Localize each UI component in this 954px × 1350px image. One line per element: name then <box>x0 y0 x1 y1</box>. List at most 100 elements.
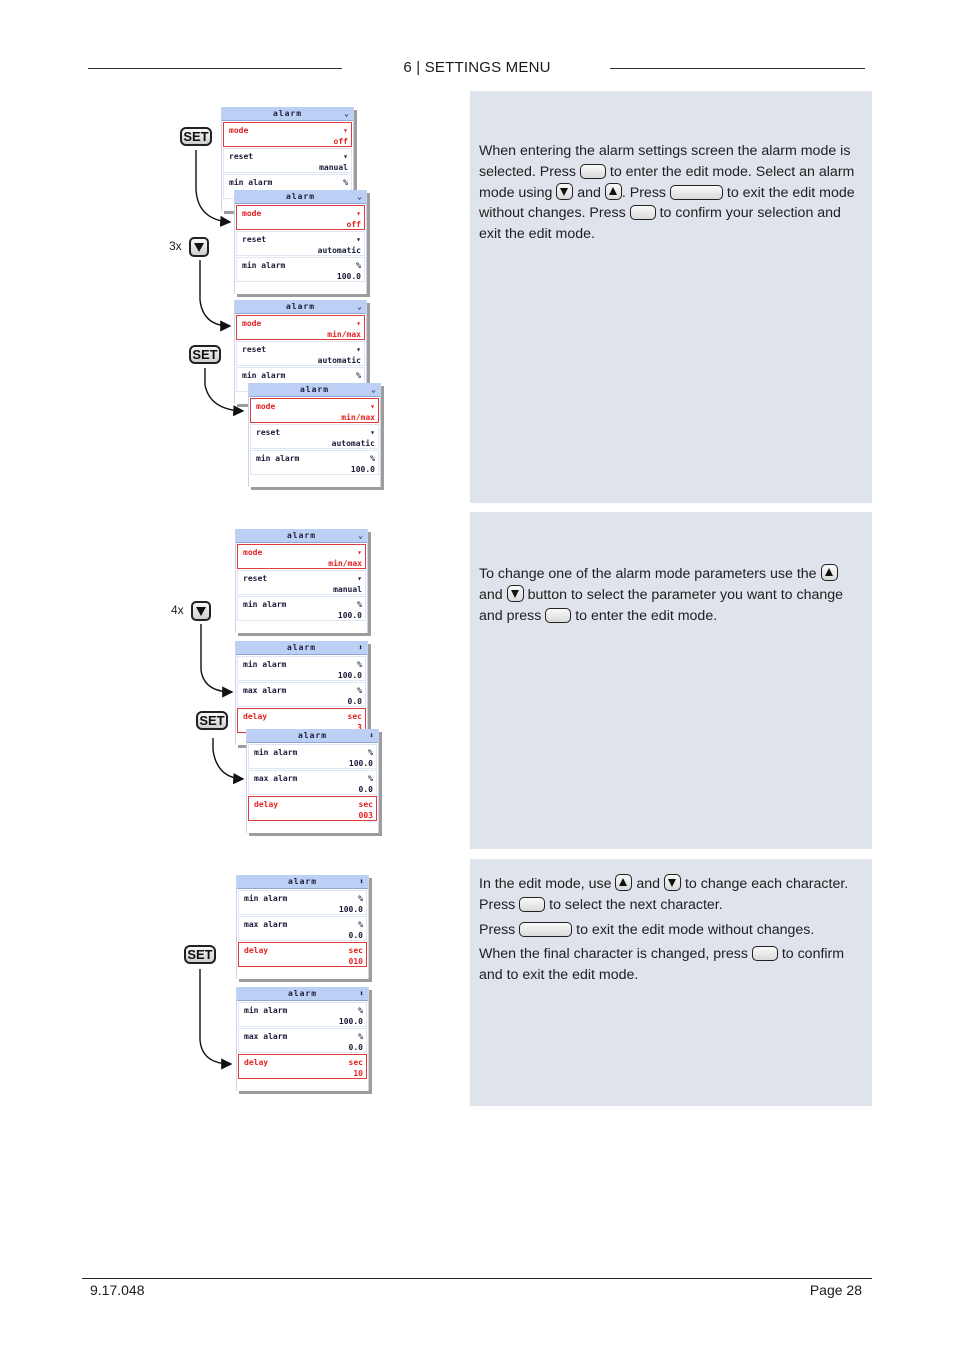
row-value: 10 <box>353 1069 363 1078</box>
menu-row[interactable]: min alarm% 100.0 <box>237 596 366 621</box>
screen-title: alarm <box>287 989 318 998</box>
row-label: min alarm <box>229 178 273 187</box>
instruction-panel: To change one of the alarm mode paramete… <box>470 512 872 849</box>
escape-key-icon <box>519 921 573 937</box>
dropdown-icon: ▾ <box>356 209 361 218</box>
menu-row[interactable]: reset ▾ automatic <box>236 341 365 366</box>
menu-row[interactable]: mode ▾ min/max <box>250 398 379 423</box>
row-unit: % <box>356 371 361 380</box>
row-unit: % <box>368 774 373 783</box>
row-value: 100.0 <box>337 611 362 620</box>
up-arrow-key-icon <box>615 874 633 891</box>
row-value: automatic <box>331 439 375 448</box>
up-arrow-key-icon <box>820 564 838 581</box>
row-value: 0.0 <box>347 697 362 706</box>
menu-row[interactable]: delay sec 010 <box>238 942 367 967</box>
row-unit: % <box>343 178 348 187</box>
menu-row[interactable]: delay sec 003 <box>248 796 377 821</box>
menu-row[interactable]: reset ▾ manual <box>223 148 352 173</box>
scroll-down-icon: ⌄ <box>357 192 362 201</box>
set-button[interactable]: SET <box>189 345 221 364</box>
instruction-paragraph: In the edit mode, use and to change each… <box>479 874 849 913</box>
menu-row[interactable]: max alarm% 0.0 <box>238 916 367 941</box>
instruction-text: In the edit mode, use and to change each… <box>479 874 862 990</box>
scroll-updown-icon: ⬍ <box>369 731 374 740</box>
ok-key-icon <box>545 607 572 623</box>
scroll-updown-icon: ⬍ <box>359 989 364 998</box>
row-unit: % <box>357 660 362 669</box>
menu-row[interactable]: min alarm% 100.0 <box>237 656 366 681</box>
row-unit: sec <box>348 1058 363 1067</box>
scroll-down-icon: ⌄ <box>344 109 349 118</box>
set-button[interactable]: SET <box>184 945 216 964</box>
row-value: 003 <box>358 811 373 820</box>
scroll-updown-icon: ⬍ <box>358 643 363 652</box>
dropdown-icon: ▾ <box>357 574 362 583</box>
row-label: min alarm <box>243 600 287 609</box>
row-label: reset <box>256 428 281 437</box>
menu-row[interactable]: reset ▾ automatic <box>236 231 365 256</box>
menu-row[interactable]: min alarm% 100.0 <box>248 744 377 769</box>
flow-arrow <box>199 969 233 1070</box>
row-value: 100.0 <box>338 905 363 914</box>
screen-title-bar: alarm ⌄ <box>222 107 353 121</box>
row-label: reset <box>229 152 254 161</box>
screen-title: alarm <box>285 302 316 311</box>
down-arrow-key-icon <box>556 182 574 200</box>
screen-title: alarm <box>272 109 303 118</box>
menu-row[interactable]: min alarm% 100.0 <box>238 890 367 915</box>
down-button[interactable] <box>191 601 211 621</box>
row-label: max alarm <box>244 1032 288 1041</box>
dropdown-icon: ▾ <box>357 548 362 557</box>
row-value: 100.0 <box>338 1017 363 1026</box>
row-label: reset <box>243 574 268 583</box>
menu-row[interactable]: min alarm% 100.0 <box>236 257 365 282</box>
menu-row[interactable]: min alarm% 100.0 <box>238 1002 367 1027</box>
menu-row[interactable]: delay sec 10 <box>238 1054 367 1079</box>
screen-title: alarm <box>286 643 317 652</box>
ok-key-icon <box>751 946 778 962</box>
row-label: min alarm <box>244 894 288 903</box>
screen-title: alarm <box>299 385 330 394</box>
document-number: 9.17.048 <box>90 1282 145 1298</box>
menu-row[interactable]: max alarm% 0.0 <box>237 682 366 707</box>
set-button[interactable]: SET <box>180 127 212 146</box>
screen-title-bar: alarm ⬍ <box>237 875 368 889</box>
press-count: 3x <box>169 239 182 253</box>
menu-row[interactable]: mode ▾ min/max <box>237 544 366 569</box>
instruction-paragraph: When entering the alarm settings screen … <box>479 143 855 243</box>
menu-row[interactable]: mode ▾ off <box>223 122 352 147</box>
menu-row[interactable]: mode ▾ off <box>236 205 365 230</box>
menu-row[interactable]: reset ▾ automatic <box>250 424 379 449</box>
row-label: min alarm <box>242 261 286 270</box>
row-unit: % <box>357 686 362 695</box>
screen-title-bar: alarm ⬍ <box>236 641 367 655</box>
row-label: mode <box>243 548 263 557</box>
screen-title: alarm <box>286 531 317 540</box>
row-value: 100.0 <box>336 272 361 281</box>
dropdown-icon: ▾ <box>356 319 361 328</box>
row-value: off <box>333 137 348 146</box>
instruction-panel: When entering the alarm settings screen … <box>470 91 872 503</box>
menu-row[interactable]: min alarm% 100.0 <box>250 450 379 475</box>
row-value: manual <box>319 163 348 172</box>
row-unit: % <box>358 1006 363 1015</box>
instruction-paragraph: When the final character is changed, pre… <box>479 946 845 984</box>
row-unit: % <box>358 894 363 903</box>
menu-row[interactable]: max alarm% 0.0 <box>248 770 377 795</box>
row-label: delay <box>254 800 279 809</box>
row-value: 100.0 <box>348 759 373 768</box>
menu-row[interactable]: reset ▾ manual <box>237 570 366 595</box>
set-button[interactable]: SET <box>196 711 228 730</box>
row-value: 100.0 <box>350 465 375 474</box>
lcd-screen: alarm ⌄ mode ▾ off reset ▾ automatic min alarm% 1… <box>234 190 367 294</box>
menu-row[interactable]: mode ▾ min/max <box>236 315 365 340</box>
press-count: 4x <box>171 603 184 617</box>
down-button[interactable] <box>189 237 209 257</box>
lcd-screen: alarm ⬍ min alarm% 100.0 max alarm% 0.0 delay s… <box>246 729 379 833</box>
dropdown-icon: ▾ <box>356 345 361 354</box>
menu-row[interactable]: max alarm% 0.0 <box>238 1028 367 1053</box>
row-value: min/max <box>327 330 361 339</box>
instruction-panel: In the edit mode, use and to change each… <box>470 859 872 1106</box>
row-value: 010 <box>348 957 363 966</box>
